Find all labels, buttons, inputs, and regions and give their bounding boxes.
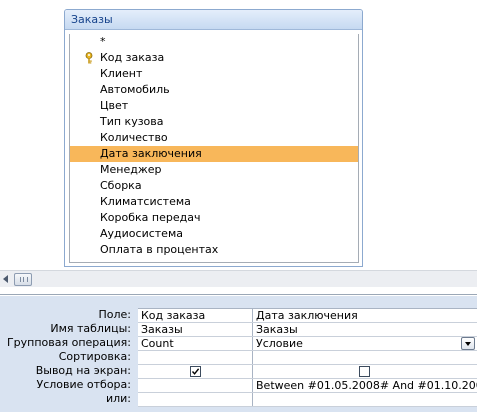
sort-cell[interactable] — [138, 351, 253, 364]
field-cell[interactable]: Дата заключения — [253, 309, 477, 322]
field-list-item-label: Коробка передач — [100, 211, 201, 224]
field-list-item[interactable]: Количество — [70, 130, 358, 146]
row-label-show: Вывод на экран: — [35, 364, 131, 377]
field-list-item[interactable]: Климатсистема — [70, 194, 358, 210]
field-list-item-label: Клиент — [100, 67, 143, 80]
grid-row-criteria: Between #01.05.2008# And #01.10.2008# — [138, 379, 477, 393]
row-label-table: Имя таблицы: — [50, 322, 131, 335]
field-list-item-label: Климатсистема — [100, 195, 191, 208]
show-cell — [138, 365, 253, 378]
field-list: * Код заказа Клиент Автомобиль Цвет Тип кузов… — [70, 34, 358, 258]
query-design-grid-pane: Поле: Имя таблицы: Групповая операция: С… — [0, 296, 477, 412]
criteria-cell[interactable] — [138, 379, 253, 392]
field-list-item-label: Сборка — [100, 179, 142, 192]
row-label-sort: Сортировка: — [58, 350, 131, 363]
field-list-item-label: Менеджер — [100, 163, 162, 176]
field-list-item[interactable]: Тип кузова — [70, 114, 358, 130]
scroll-thumb[interactable] — [14, 273, 32, 286]
field-cell[interactable]: Код заказа — [138, 309, 253, 322]
show-checkbox[interactable] — [190, 366, 201, 377]
grid-row-field: Код заказа Дата заключения — [138, 309, 477, 323]
field-list-item[interactable]: Менеджер — [70, 162, 358, 178]
field-list-item-label: Тип кузова — [100, 115, 164, 128]
row-label-total: Групповая операция: — [6, 336, 131, 349]
field-list-item[interactable]: Автомобиль — [70, 82, 358, 98]
grid-row-or — [138, 393, 477, 407]
grid-row-show — [138, 365, 477, 379]
total-select[interactable]: Условие — [253, 337, 477, 350]
field-list-item[interactable]: Клиент — [70, 66, 358, 82]
field-list-item[interactable]: Цвет — [70, 98, 358, 114]
field-list-item[interactable]: Коробка передач — [70, 210, 358, 226]
field-list-item-label: Количество — [100, 131, 168, 144]
horizontal-scrollbar[interactable] — [0, 270, 477, 287]
total-cell[interactable]: Count — [138, 337, 253, 350]
field-list-item-label: Дата заключения — [100, 147, 202, 160]
field-list-item[interactable]: Оплата в процентах — [70, 242, 358, 258]
table-cell[interactable]: Заказы — [138, 323, 253, 336]
query-design-upper-pane: Заказы * Код заказа Клиент Автомобиль Цвет Ти… — [0, 0, 477, 270]
show-checkbox[interactable] — [359, 366, 370, 377]
field-list-body: * Код заказа Клиент Автомобиль Цвет Тип кузов… — [69, 34, 359, 263]
row-label-field: Поле: — [98, 308, 131, 321]
total-select-value: Условие — [256, 337, 303, 350]
grid-row-total: Count Условие — [138, 337, 477, 351]
field-list-item[interactable]: Код заказа — [70, 50, 358, 66]
field-list-item[interactable]: Дата заключения — [70, 146, 358, 162]
sort-cell[interactable] — [253, 351, 477, 364]
criteria-cell[interactable]: Between #01.05.2008# And #01.10.2008# — [253, 379, 477, 392]
field-list-item-label: Аудиосистема — [100, 227, 183, 240]
grid-row-table: Заказы Заказы — [138, 323, 477, 337]
or-cell[interactable] — [138, 393, 253, 406]
pane-splitter[interactable] — [0, 287, 477, 295]
row-label-or: или: — [105, 392, 131, 405]
row-label-criteria: Условие отбора: — [36, 378, 132, 391]
field-list-item-label: Автомобиль — [100, 83, 170, 96]
grid-row-sort — [138, 351, 477, 365]
table-title[interactable]: Заказы — [65, 10, 362, 30]
field-list-item-label: Оплата в процентах — [100, 243, 219, 256]
primary-key-icon — [85, 52, 95, 64]
field-list-item[interactable]: Аудиосистема — [70, 226, 358, 242]
field-list-item[interactable]: * — [70, 34, 358, 50]
scroll-left-arrow-icon[interactable] — [3, 275, 8, 283]
field-list-item-label: * — [100, 35, 106, 48]
field-list-item-label: Код заказа — [100, 51, 165, 64]
table-cell[interactable]: Заказы — [253, 323, 477, 336]
chevron-down-icon[interactable] — [461, 337, 475, 350]
design-grid: Код заказа Дата заключения Заказы Заказы… — [138, 308, 477, 407]
or-cell[interactable] — [253, 393, 477, 406]
field-list-item-label: Цвет — [100, 99, 129, 112]
field-list-item[interactable]: Сборка — [70, 178, 358, 194]
row-labels: Поле: Имя таблицы: Групповая операция: С… — [0, 308, 137, 406]
show-cell — [253, 365, 477, 378]
table-field-list-window[interactable]: Заказы * Код заказа Клиент Автомобиль Цвет Ти… — [64, 9, 363, 267]
